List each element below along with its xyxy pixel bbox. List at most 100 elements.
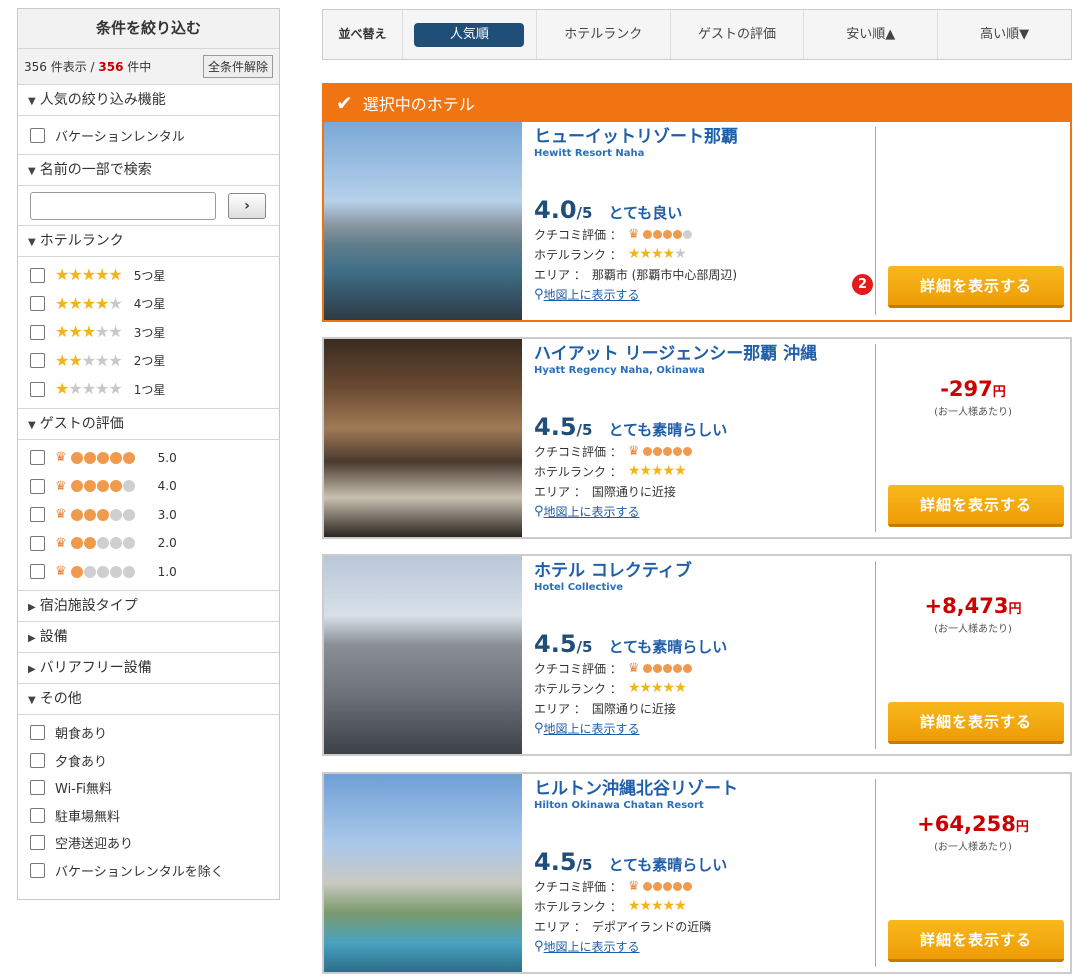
filter-other-option[interactable]: バケーションレンタルを除く [18,857,279,885]
dot-icon [663,229,673,239]
area-label: エリア ： [534,484,586,499]
checkbox[interactable] [30,381,45,397]
map-link[interactable]: 地図上に表示する [544,720,640,737]
section-amenities[interactable]: ▶ 設備 [18,622,279,653]
filter-rank-1[interactable]: ★ ★ ★ ★ ★ 1つ星 [18,375,279,404]
area-label: エリア ： [534,919,586,934]
area-row: エリア ： デポアイランドの近隣 [534,916,874,936]
show-details-button[interactable]: 詳細を表示する [888,920,1064,962]
sort-hotel-rank[interactable]: ホテルランク [537,10,671,59]
sort-price-desc[interactable]: 高い順▼ [938,10,1071,59]
checkbox[interactable] [30,353,45,369]
map-link[interactable]: 地図上に表示する [544,938,640,955]
checkbox[interactable] [30,725,45,741]
checkbox[interactable] [30,296,45,312]
filter-rating-5[interactable]: ♛ 5.0 [18,444,279,473]
section-facility-type[interactable]: ▶ 宿泊施設タイプ [18,591,279,622]
filter-rank-2[interactable]: ★ ★ ★ ★ ★ 2つ星 [18,347,279,376]
dot-icon [673,663,683,673]
score-line: 4.0/5 とても良い [534,196,874,224]
checkbox[interactable] [30,507,45,523]
filter-other-option[interactable]: 朝食あり [18,719,279,747]
filter-rating-1[interactable]: ♛ 1.0 [18,558,279,587]
filter-rating-2[interactable]: ♛ 2.0 [18,529,279,558]
hotel-name[interactable]: ヒルトン沖縄北谷リゾート [534,778,874,800]
star-rating-icon: ★ ★ ★ ★ ★ [55,324,123,340]
section-other[interactable]: ▼ その他 [18,684,279,715]
star-icon: ★ [627,680,641,696]
score-line: 4.5/5 とても素晴らしい [534,630,874,658]
hotel-photo[interactable] [324,556,522,754]
hotel-photo[interactable] [324,122,522,320]
checkbox[interactable] [30,324,45,340]
sort-price-asc[interactable]: 安い順▲ [804,10,939,59]
hotel-name[interactable]: ハイアット リージェンシー那覇 沖縄 [534,343,874,365]
checkbox[interactable] [30,862,45,878]
hotel-name[interactable]: ヒューイットリゾート那覇 [534,126,874,148]
crown-icon: ♛ [55,507,67,523]
checkbox[interactable] [30,780,45,796]
crown-icon: ♛ [627,878,640,894]
crown-icon: ♛ [627,660,640,676]
section-barrier-free[interactable]: ▶ バリアフリー設備 [18,653,279,684]
dot-icon [83,508,96,521]
filter-other-option[interactable]: 夕食あり [18,747,279,775]
section-guest-rating[interactable]: ▼ ゲストの評価 [18,409,279,440]
hotel-info: ヒルトン沖縄北谷リゾート Hilton Okinawa Chatan Resort… [522,774,874,972]
map-link[interactable]: 地図上に表示する [544,503,640,520]
filter-other-option[interactable]: 駐車場無料 [18,802,279,830]
checkbox[interactable] [30,807,45,823]
score-word: とても良い [608,204,683,222]
filter-other-option[interactable]: 空港送迎あり [18,829,279,857]
section-hotel-rank[interactable]: ▼ ホテルランク [18,226,279,257]
dot-icon [122,537,135,550]
dot-icon [683,663,693,673]
show-details-button[interactable]: 詳細を表示する [888,485,1064,527]
hotel-card-body: ヒューイットリゾート那覇 Hewitt Resort Naha 4.0/5 とても良い… [324,122,1070,320]
show-details-button[interactable]: 詳細を表示する [888,266,1064,308]
name-search-input[interactable] [30,191,216,220]
checkbox[interactable] [30,564,45,580]
area-row: エリア ： 国際通りに近接 [534,481,874,501]
sort-guest-rating[interactable]: ゲストの評価 [671,10,805,59]
filter-rank-3[interactable]: ★ ★ ★ ★ ★ 3つ星 [18,318,279,347]
star-icon: ★ [674,898,687,914]
section-popular[interactable]: ▼ 人気の絞り込み機能 [18,85,279,116]
filter-rank-4[interactable]: ★ ★ ★ ★ ★ 4つ星 [18,290,279,319]
filter-rank-5[interactable]: ★ ★ ★ ★ ★ 5つ星 [18,261,279,290]
sort-popular[interactable]: 人気順 [403,10,537,59]
show-details-button[interactable]: 詳細を表示する [888,702,1064,744]
dot-icon [96,451,109,464]
per-person-note: (お一人様あたり) [934,407,1012,418]
map-link[interactable]: 地図上に表示する [544,286,640,303]
filter-vacation-rental[interactable]: バケーションレンタル [18,116,279,155]
checkbox[interactable] [30,835,45,851]
price-value: +64,258 [917,812,1016,836]
score-word: とても素晴らしい [608,856,728,874]
checkbox[interactable] [30,127,45,143]
dot-icon [683,881,693,891]
review-label: クチコミ評価 ： [534,227,622,242]
search-go-button[interactable]: › [228,192,266,219]
section-name-search[interactable]: ▼ 名前の一部で検索 [18,155,279,186]
hotel-photo[interactable] [324,774,522,972]
checkbox[interactable] [30,535,45,551]
star-icon: ★ [55,265,69,285]
hotel-photo[interactable] [324,339,522,537]
option-label: Wi-Fi無料 [55,782,113,798]
option-label: 朝食あり [55,727,108,743]
checkbox[interactable] [30,450,45,466]
hotel-name[interactable]: ホテル コレクティブ [534,560,874,582]
rating-dots-icon [70,508,136,521]
filter-rating-3[interactable]: ♛ 3.0 [18,501,279,530]
checkbox[interactable] [30,478,45,494]
filter-other-option[interactable]: Wi-Fi無料 [18,774,279,802]
clear-all-button[interactable]: 全条件解除 [202,55,273,78]
triangle-right-icon: ▶ [28,633,36,644]
checkbox[interactable] [30,267,45,283]
checkbox[interactable] [30,752,45,768]
map-pin-icon: ⚲ [534,720,544,736]
area-value: 那覇市 (那覇市中心部周辺) [591,267,738,282]
filter-rating-4[interactable]: ♛ 4.0 [18,472,279,501]
price-diff: +8,473円 [876,594,1070,618]
